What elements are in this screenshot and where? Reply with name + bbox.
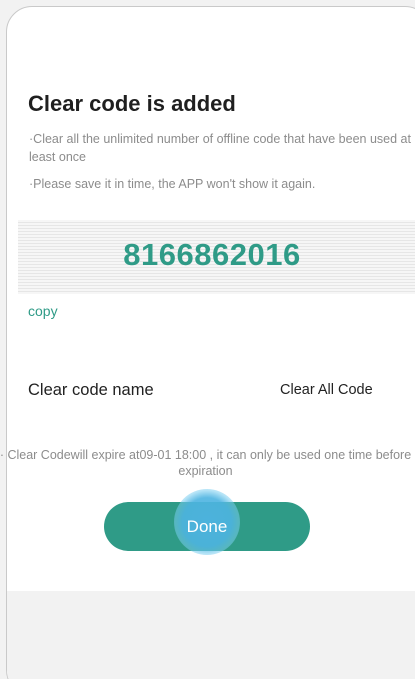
- copy-button[interactable]: copy: [28, 303, 58, 319]
- page-title: Clear code is added: [28, 91, 236, 116]
- bottom-panel: [7, 591, 415, 679]
- tap-indicator: [174, 489, 240, 555]
- code-name-value[interactable]: Clear All Code: [280, 382, 373, 398]
- save-warning-note: ·Please save it in time, the APP won't s…: [29, 177, 316, 191]
- screen: Clear code is added ·Clear all the unlim…: [0, 0, 415, 679]
- code-name-label: Clear code name: [28, 381, 154, 399]
- clear-code-value: 8166862016: [123, 237, 301, 272]
- usage-note: ·Clear all the unlimited number of offli…: [29, 132, 411, 164]
- expiration-note: · Clear Codewill expire at09-01 18:00 , …: [0, 448, 412, 478]
